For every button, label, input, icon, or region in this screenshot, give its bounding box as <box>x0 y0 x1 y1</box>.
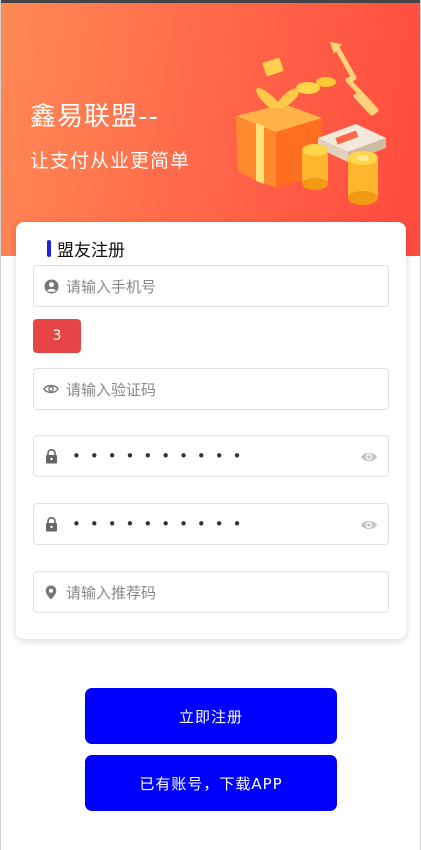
referral-code-field[interactable]: 请输入推荐码 <box>33 571 389 613</box>
window-top-edge <box>0 0 421 3</box>
lock-icon <box>43 448 59 464</box>
gift-coins-illustration <box>236 42 386 205</box>
confirm-password-masked-value: •••••••••• <box>72 515 251 533</box>
banner-title: 鑫易联盟-- <box>30 102 159 132</box>
phone-placeholder: 请输入手机号 <box>66 277 157 296</box>
user-circle-icon <box>43 278 59 294</box>
title-accent-bar <box>47 240 51 257</box>
download-app-button[interactable]: 已有账号，下载APP <box>85 755 337 811</box>
lock-icon <box>43 516 59 532</box>
eye-icon <box>43 381 59 397</box>
register-card: 盟友注册 请输入手机号 3 请输入验证码 •••••••••• ••••••••… <box>16 222 406 639</box>
send-code-countdown[interactable]: 3 <box>33 319 81 353</box>
location-pin-icon <box>43 584 59 600</box>
verify-code-placeholder: 请输入验证码 <box>66 380 157 399</box>
confirm-password-field[interactable]: •••••••••• <box>33 503 389 545</box>
window-left-edge <box>0 0 1 850</box>
phone-field[interactable]: 请输入手机号 <box>33 265 389 307</box>
password-masked-value: •••••••••• <box>72 447 251 465</box>
card-header: 盟友注册 <box>47 236 125 261</box>
confirm-password-visibility-toggle-icon[interactable] <box>360 516 378 534</box>
password-field[interactable]: •••••••••• <box>33 435 389 477</box>
register-now-button[interactable]: 立即注册 <box>85 688 337 744</box>
referral-code-placeholder: 请输入推荐码 <box>66 583 157 602</box>
banner-subtitle: 让支付从业更简单 <box>30 150 191 172</box>
header-banner: 鑫易联盟-- 让支付从业更简单 <box>0 0 421 256</box>
password-visibility-toggle-icon[interactable] <box>360 448 378 466</box>
verify-code-field[interactable]: 请输入验证码 <box>33 368 389 410</box>
card-title: 盟友注册 <box>57 241 125 261</box>
